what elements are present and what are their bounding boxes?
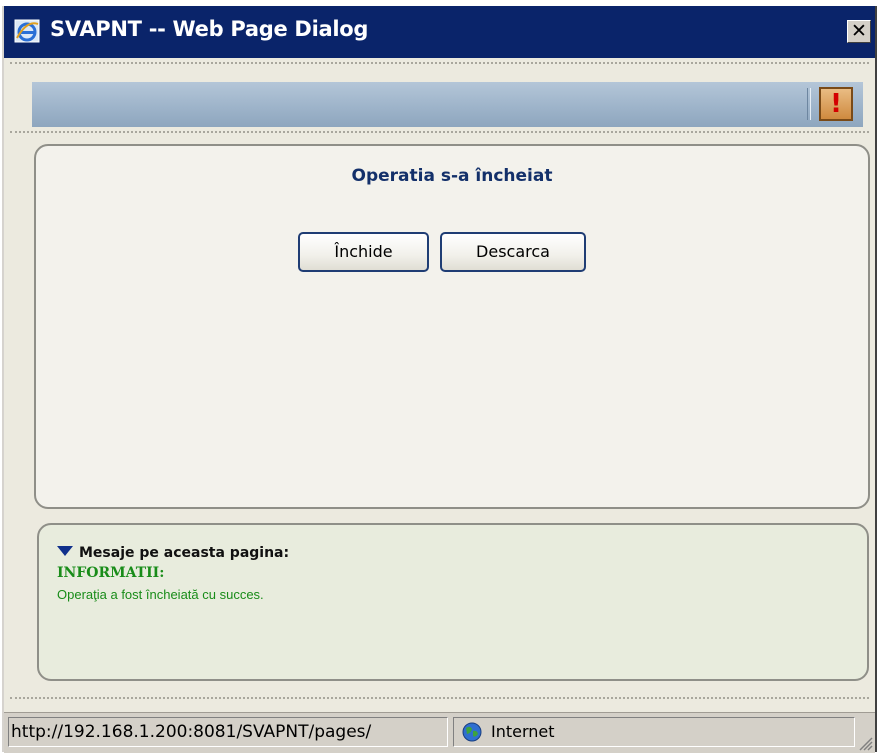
ie-logo-icon	[14, 19, 40, 43]
close-button[interactable]: Închide	[298, 232, 429, 272]
message-text: Operaţia a fost încheiată cu succes.	[57, 587, 264, 602]
toolbar-separator	[807, 88, 811, 120]
separator	[10, 697, 869, 699]
main-panel: Operatia s-a încheiat Închide Descarca	[34, 144, 870, 509]
separator	[10, 131, 869, 133]
globe-icon	[462, 722, 482, 742]
messages-panel: Mesaje pe aceasta pagina: INFORMATII: Op…	[37, 523, 869, 681]
close-window-button[interactable]: ✕	[847, 20, 871, 43]
security-zone: Internet	[453, 717, 855, 747]
triangle-down-icon	[57, 546, 73, 556]
separator	[10, 62, 869, 64]
exclamation-icon: !	[830, 89, 842, 119]
window-title: SVAPNT -- Web Page Dialog	[50, 17, 369, 41]
toolbar: !	[32, 82, 863, 127]
message-type: INFORMATII:	[57, 565, 165, 581]
status-bar: http://192.168.1.200:8081/SVAPNT/pages/ …	[4, 712, 875, 753]
messages-header-label: Mesaje pe aceasta pagina:	[79, 545, 290, 561]
messages-header[interactable]: Mesaje pe aceasta pagina:	[57, 545, 289, 561]
messages-warning-button[interactable]: !	[819, 87, 853, 121]
title-bar[interactable]: SVAPNT -- Web Page Dialog ✕	[4, 6, 875, 58]
operation-heading: Operatia s-a încheiat	[351, 166, 553, 186]
status-url: http://192.168.1.200:8081/SVAPNT/pages/	[8, 717, 448, 747]
zone-label: Internet	[491, 722, 555, 741]
download-button[interactable]: Descarca	[440, 232, 586, 272]
dialog-window: SVAPNT -- Web Page Dialog ✕ ! Operatia s…	[2, 6, 877, 753]
close-icon: ✕	[851, 20, 867, 42]
resize-grip-icon[interactable]	[857, 735, 873, 751]
